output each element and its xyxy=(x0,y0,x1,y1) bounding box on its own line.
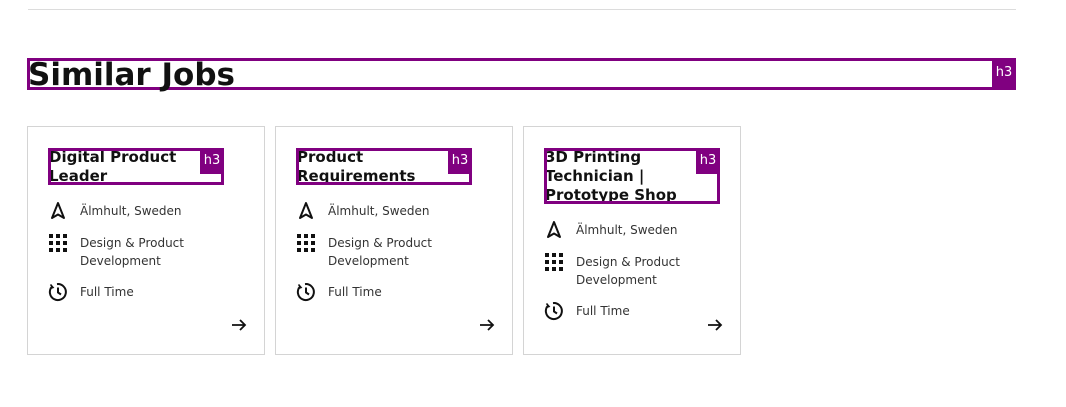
arrow-right-icon[interactable] xyxy=(478,316,496,334)
navigation-arrow-icon xyxy=(547,221,561,238)
job-title[interactable]: 3D Printing Technician | Prototype Shop … xyxy=(544,148,720,204)
clock-icon xyxy=(48,283,67,302)
job-meta: Älmhult, Sweden Design & Product Develop… xyxy=(296,201,496,314)
job-meta: Älmhult, Sweden Design & Product Develop… xyxy=(48,201,248,314)
job-card[interactable]: Digital Product Leader h3 Älmhult, Swede… xyxy=(27,126,265,355)
clock-icon xyxy=(544,302,563,321)
job-location-row: Älmhult, Sweden xyxy=(544,220,724,240)
job-category: Design & Product Development xyxy=(328,236,432,268)
title-tag-label: h3 xyxy=(200,151,221,174)
job-location: Älmhult, Sweden xyxy=(80,204,182,218)
title-tag-label: h3 xyxy=(448,151,469,174)
job-title[interactable]: Digital Product Leader h3 xyxy=(48,148,224,185)
job-title-text[interactable]: Digital Product Leader xyxy=(51,151,221,182)
job-employment-type: Full Time xyxy=(328,285,382,299)
similar-jobs-heading: Similar Jobs h3 xyxy=(27,57,1016,93)
section-heading-text: Similar Jobs xyxy=(28,57,235,93)
job-location: Älmhult, Sweden xyxy=(328,204,430,218)
job-employment-type: Full Time xyxy=(576,304,630,318)
clock-icon xyxy=(296,283,315,302)
heading-tag-label: h3 xyxy=(992,58,1016,87)
job-type-row: Full Time xyxy=(544,301,724,321)
job-title-text[interactable]: 3D Printing Technician | Prototype Shop xyxy=(547,151,717,201)
job-card[interactable]: Product Requirements Engineer h3 Älmhult… xyxy=(275,126,513,355)
job-title-text[interactable]: Product Requirements Engineer xyxy=(299,151,469,182)
title-tag-label: h3 xyxy=(696,151,717,174)
job-type-row: Full Time xyxy=(296,282,496,302)
grid-dots-icon xyxy=(297,234,315,252)
job-category: Design & Product Development xyxy=(80,236,184,268)
job-location: Älmhult, Sweden xyxy=(576,223,678,237)
job-meta: Älmhult, Sweden Design & Product Develop… xyxy=(544,220,724,333)
top-divider xyxy=(28,9,1016,10)
job-category-row: Design & Product Development xyxy=(544,252,724,289)
arrow-right-icon[interactable] xyxy=(230,316,248,334)
job-category-row: Design & Product Development xyxy=(296,233,496,270)
job-type-row: Full Time xyxy=(48,282,248,302)
grid-dots-icon xyxy=(49,234,67,252)
arrow-right-icon[interactable] xyxy=(706,316,724,334)
job-card[interactable]: 3D Printing Technician | Prototype Shop … xyxy=(523,126,741,355)
job-title[interactable]: Product Requirements Engineer h3 xyxy=(296,148,472,185)
job-location-row: Älmhult, Sweden xyxy=(48,201,248,221)
grid-dots-icon xyxy=(545,253,563,271)
job-category-row: Design & Product Development xyxy=(48,233,248,270)
navigation-arrow-icon xyxy=(51,202,65,219)
job-location-row: Älmhult, Sweden xyxy=(296,201,496,221)
job-employment-type: Full Time xyxy=(80,285,134,299)
similar-jobs-page: Similar Jobs h3 Digital Product Leader h… xyxy=(0,0,1066,407)
navigation-arrow-icon xyxy=(299,202,313,219)
job-category: Design & Product Development xyxy=(576,255,680,287)
